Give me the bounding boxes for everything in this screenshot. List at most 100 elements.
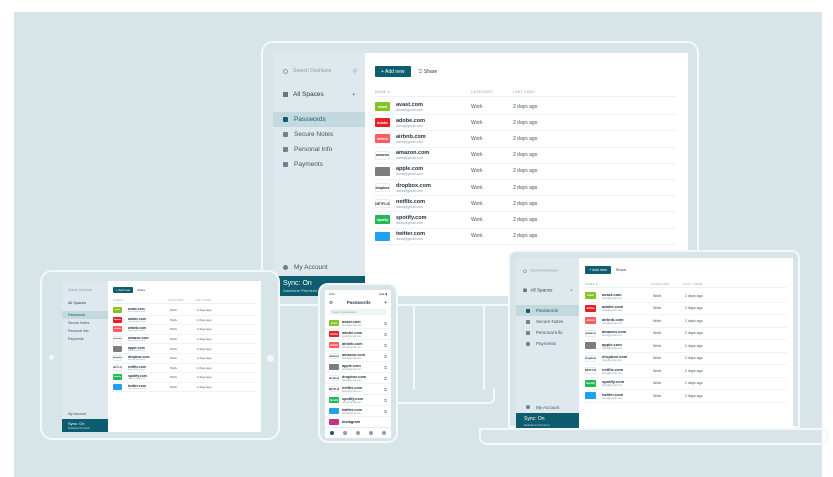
sidebar-item-personal-info[interactable]: Personal Info — [273, 142, 365, 157]
copy-icon[interactable]: ⧉ — [384, 332, 387, 337]
gear-icon[interactable]: ⚙ — [329, 300, 333, 306]
share-button[interactable]: Share — [616, 268, 626, 272]
copy-icon[interactable]: ⧉ — [384, 387, 387, 392]
sidebar-item-passwords[interactable]: Passwords — [273, 112, 365, 127]
column-last-used[interactable]: LAST USED — [195, 299, 212, 303]
list-item[interactable]: Adobe adobe.com dana@gmail.com ⧉ — [325, 329, 391, 340]
share-button[interactable]: ⎋ Share — [419, 69, 438, 75]
share-button[interactable]: Share — [137, 288, 145, 292]
column-name[interactable]: NAME ▾ — [113, 299, 168, 303]
table-row[interactable]: NETFLIX netflix.com dana@gmail.com Work 2 da… — [375, 196, 676, 213]
sidebar-item-my-account[interactable]: My Account — [516, 402, 579, 412]
list-item[interactable]: dropbox dropbox.com dana@gmail.com ⧉ — [325, 373, 391, 384]
table-row[interactable]: NETFLIX netflix.com dana@gmail.com Work 2 da… — [585, 365, 787, 378]
column-last-used[interactable]: LAST USED — [683, 282, 702, 287]
last-used-cell: 2 days ago — [685, 306, 703, 311]
sidebar-item-secure-notes[interactable]: Secure Notes — [273, 127, 365, 142]
table-row[interactable]: Adobe adobe.com dana@gmail.com Work 2 days a… — [375, 115, 676, 132]
table-row[interactable]: amazon amazon.com dana@gmail.com Work 2 days… — [585, 328, 787, 340]
table-row[interactable]: apple.com dana@gmail.com Work 2 days ago — [375, 164, 676, 180]
search-icon[interactable]: ⚲ — [353, 68, 357, 75]
add-new-button[interactable]: + Add new — [375, 66, 411, 77]
last-used-cell: 2 days ago — [513, 184, 538, 191]
sidebar-item-payments[interactable]: Payments — [273, 157, 365, 172]
column-name[interactable]: NAME ▾ — [375, 90, 471, 96]
tab-person-icon[interactable] — [355, 431, 360, 435]
table-row[interactable]: NETFLIX netflix.com dana@gmail.com Work 2 da… — [113, 364, 256, 374]
column-name[interactable]: NAME ▾ — [585, 282, 651, 287]
sidebar-item-passwords[interactable]: Passwords — [516, 305, 579, 316]
table-row[interactable]: avast avast.com dana@gmail.com Work 2 days a… — [585, 290, 787, 303]
list-item[interactable]: apple.com dana@gmail.com ⧉ — [325, 362, 391, 373]
sidebar-item-payments[interactable]: Payments — [516, 338, 579, 349]
sync-status[interactable]: Sync: On Dashlane Premium — [62, 419, 108, 432]
list-item[interactable]: Spotify spotify.com dana@gmail.com ⧉ — [325, 395, 391, 406]
copy-icon[interactable]: ⧉ — [384, 321, 387, 326]
table-row[interactable]: twitter.com dana@gmail.com Work 2 days ago — [375, 229, 676, 245]
tab-card-icon[interactable] — [369, 431, 374, 435]
status-time: 9:41 — [329, 292, 335, 296]
table-row[interactable]: dropbox dropbox.com dana@gmail.com Work 2 da… — [113, 354, 256, 364]
copy-icon[interactable]: ⧉ — [384, 365, 387, 370]
tab-notes-icon[interactable] — [342, 431, 347, 435]
table-row[interactable]: Adobe adobe.com dana@gmail.com Work 2 days a… — [113, 316, 256, 326]
add-new-button[interactable]: + Add new — [585, 266, 611, 274]
table-row[interactable]: dropbox dropbox.com dana@gmail.com Work 2 da… — [585, 353, 787, 365]
sidebar-search[interactable]: Search Dashlane — [516, 258, 579, 275]
list-item[interactable]: airbnb airbnb.com dana@gmail.com ⧉ — [325, 340, 391, 351]
sidebar-item-personal-info[interactable]: Personal Info — [516, 327, 579, 338]
site-cell: twitter.com dana@gmail.com — [342, 408, 384, 415]
copy-icon[interactable]: ⧉ — [384, 343, 387, 348]
table-row[interactable]: airbnb airbnb.com dana@gmail.com Work 2 days… — [113, 325, 256, 335]
spaces-selector[interactable]: All Spaces ▾ — [516, 282, 579, 299]
copy-icon[interactable]: ⧉ — [384, 398, 387, 403]
table-row[interactable]: Spotify spotify.com dana@gmail.com Work 2 da… — [585, 378, 787, 390]
sync-status[interactable]: Sync: On Dashlane Premium — [516, 413, 579, 428]
table-row[interactable]: dropbox dropbox.com dana@gmail.com Work 2 da… — [375, 180, 676, 197]
search-input[interactable]: Search passwords — [329, 309, 387, 315]
spaces-label[interactable]: All Spaces — [62, 292, 108, 311]
sidebar-item-personal-info[interactable]: Personal Info — [62, 327, 108, 335]
list-item[interactable]: NETFLIX netflix.com dana@gmail.com ⧉ — [325, 384, 391, 395]
table-row[interactable]: twitter.com dana@gmail.com Work 2 days ago — [113, 383, 256, 393]
table-row[interactable]: Adobe adobe.com dana@gmail.com Work 2 days a… — [585, 303, 787, 315]
table-row[interactable]: amazon amazon.com dana@gmail.com Work 2 days… — [113, 335, 256, 345]
sidebar-item-my-account[interactable]: My Account — [273, 260, 365, 274]
column-category[interactable]: CATEGORY — [651, 282, 683, 287]
column-last-used[interactable]: LAST USED — [513, 90, 535, 96]
column-category[interactable]: CATEGORY — [471, 90, 513, 96]
site-logo: airbnb — [375, 134, 390, 144]
search-placeholder[interactable]: Search Dashlane — [62, 281, 108, 292]
site-email: dana@gmail.com — [128, 330, 146, 333]
sidebar-item-payments[interactable]: Payments — [62, 335, 108, 343]
table-row[interactable]: Spotify spotify.com dana@gmail.com Work 2 da… — [113, 373, 256, 383]
site-email: dana@gmail.com — [342, 345, 362, 349]
list-item[interactable]: twitter.com dana@gmail.com ⧉ — [325, 406, 391, 417]
table-row[interactable]: airbnb airbnb.com dana@gmail.com Work 2 days… — [585, 315, 787, 328]
add-icon[interactable]: + — [384, 300, 387, 305]
table-row[interactable]: twitter.com dana@gmail.com Work 2 days ago — [585, 390, 787, 403]
list-item[interactable]: avast avast.com dana@gmail.com ⧉ — [325, 318, 391, 329]
copy-icon[interactable]: ⧉ — [384, 354, 387, 359]
add-new-button[interactable]: + Add new — [113, 287, 134, 293]
tab-gear-icon[interactable] — [382, 431, 387, 435]
table-row[interactable]: avast avast.com dana@gmail.com Work 2 days a… — [375, 99, 676, 116]
table-row[interactable]: airbnb airbnb.com dana@gmail.com Work 2 days… — [375, 131, 676, 148]
sidebar-item-passwords[interactable]: Passwords — [62, 311, 108, 319]
copy-icon[interactable]: ⧉ — [384, 376, 387, 381]
column-category[interactable]: CATEGORY — [168, 299, 195, 303]
tablet-home-button[interactable] — [267, 355, 274, 362]
table-row[interactable]: avast avast.com dana@gmail.com Work 2 days a… — [113, 306, 256, 316]
list-item[interactable]: amazon amazon.com dana@gmail.com ⧉ — [325, 351, 391, 362]
table-row[interactable]: amazon amazon.com dana@gmail.com Work 2 days… — [375, 148, 676, 164]
sidebar-item-secure-notes[interactable]: Secure Notes — [62, 319, 108, 327]
tab-passwords-icon[interactable] — [329, 431, 334, 435]
table-row[interactable]: Spotify spotify.com dana@gmail.com Work 2 da… — [375, 212, 676, 229]
sidebar-item-my-account[interactable]: My Account — [62, 410, 108, 418]
copy-icon[interactable]: ⧉ — [384, 409, 387, 414]
sidebar-search[interactable]: Search Dashlane ⚲ — [273, 53, 365, 77]
spaces-selector[interactable]: All Spaces ▾ — [273, 83, 365, 106]
table-row[interactable]: apple.com dana@gmail.com Work 2 days ago — [585, 340, 787, 353]
sidebar-item-secure-notes[interactable]: Secure Notes — [516, 316, 579, 327]
table-row[interactable]: apple.com dana@gmail.com Work 2 days ago — [113, 344, 256, 354]
